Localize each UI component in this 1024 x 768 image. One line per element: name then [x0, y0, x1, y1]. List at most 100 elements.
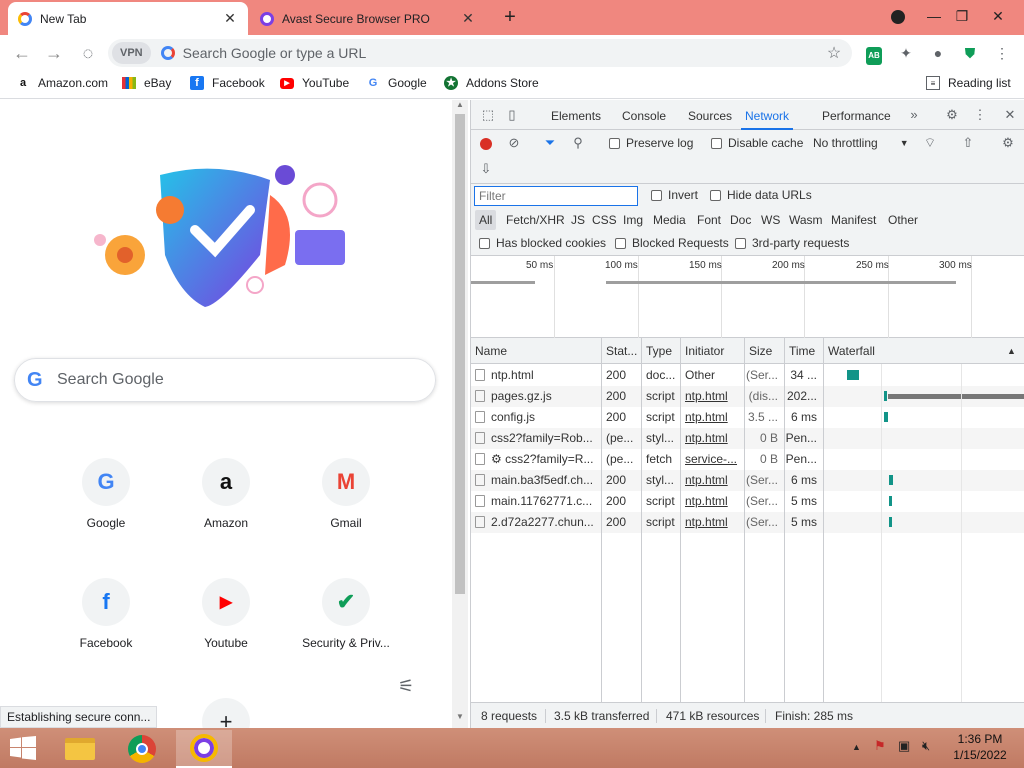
tab-sources[interactable]: Sources: [688, 100, 732, 130]
type-filter-js[interactable]: JS: [567, 210, 589, 230]
column-header-name[interactable]: Name: [471, 338, 601, 364]
bookmark-facebook[interactable]: f Facebook: [190, 76, 265, 90]
avast-browser-taskbar-button[interactable]: [176, 730, 232, 768]
vpn-button[interactable]: VPN: [112, 42, 151, 64]
cell-initiator[interactable]: service-...: [681, 449, 744, 470]
bookmark-addons-store[interactable]: ★ Addons Store: [444, 76, 539, 90]
restore-icon[interactable]: ❐: [944, 0, 980, 34]
table-row[interactable]: config.js 200 script ntp.html 3.5 ... 6 ms: [471, 407, 1024, 428]
scroll-up-icon[interactable]: ▲: [452, 100, 468, 109]
column-header-initiator[interactable]: Initiator: [681, 338, 744, 364]
export-har-icon[interactable]: ⇩: [477, 160, 495, 178]
network-overview-timeline[interactable]: 50 ms 100 ms 150 ms 200 ms 250 ms 300 ms: [471, 256, 1024, 338]
tab-new-tab[interactable]: New Tab ✕: [8, 2, 248, 35]
loading-spinner-icon[interactable]: ◌: [76, 41, 100, 65]
hide-data-urls-checkbox[interactable]: Hide data URLs: [710, 188, 812, 202]
filter-funnel-icon[interactable]: ⏷: [541, 134, 559, 152]
scrollbar-thumb[interactable]: [455, 114, 465, 594]
throttling-select[interactable]: No throttling ▼: [813, 136, 909, 150]
table-row[interactable]: main.11762771.c... 200 script ntp.html (Ser.…: [471, 491, 1024, 512]
close-window-icon[interactable]: ✕: [980, 0, 1016, 34]
sort-ascending-icon[interactable]: ▲: [1003, 338, 1023, 364]
cell-initiator[interactable]: ntp.html: [681, 491, 744, 512]
ntp-search-box[interactable]: G Search Google: [14, 358, 436, 402]
shortcut-tile-google[interactable]: G Google: [50, 458, 162, 530]
type-filter-img[interactable]: Img: [619, 210, 647, 230]
close-icon[interactable]: ✕: [1001, 106, 1019, 124]
preserve-log-checkbox[interactable]: Preserve log: [609, 136, 693, 150]
back-icon[interactable]: ←: [10, 41, 34, 65]
blocked-requests-checkbox[interactable]: Blocked Requests: [615, 236, 729, 250]
action-center-flag-icon[interactable]: ⚑: [874, 738, 886, 754]
table-row[interactable]: ntp.html 200 doc... Other (Ser... 34 ...: [471, 365, 1024, 386]
network-settings-gear-icon[interactable]: ⚙: [999, 134, 1017, 152]
cell-initiator[interactable]: ntp.html: [681, 386, 744, 407]
file-explorer-taskbar-button[interactable]: [52, 730, 108, 768]
type-filter-font[interactable]: Font: [693, 210, 725, 230]
tab-elements[interactable]: Elements: [551, 100, 601, 130]
table-row[interactable]: main.ba3f5edf.ch... 200 styl... ntp.html (Se…: [471, 470, 1024, 491]
new-tab-button[interactable]: +: [498, 6, 522, 30]
shortcut-tile-youtube[interactable]: ▶ Youtube: [170, 578, 282, 650]
record-icon[interactable]: [477, 134, 495, 152]
search-icon[interactable]: ⚲: [569, 134, 587, 152]
shortcut-tile-security-privacy[interactable]: ✔ Security & Priv...: [290, 578, 402, 650]
customize-sliders-icon[interactable]: ⚟: [398, 676, 414, 697]
cell-initiator[interactable]: ntp.html: [681, 512, 744, 533]
filter-input[interactable]: Filter: [474, 186, 638, 206]
chrome-taskbar-button[interactable]: [114, 730, 170, 768]
devtools-menu-icon[interactable]: ⋮: [971, 106, 989, 124]
gear-icon[interactable]: ⚙: [943, 106, 961, 124]
network-conditions-icon[interactable]: ⌔: [921, 134, 939, 152]
adblock-extension-icon[interactable]: AB: [864, 43, 884, 65]
column-header-type[interactable]: Type: [642, 338, 680, 364]
tab-network[interactable]: Network: [741, 100, 794, 130]
column-header-size[interactable]: Size: [745, 338, 784, 364]
type-filter-css[interactable]: CSS: [588, 210, 621, 230]
tab-console[interactable]: Console: [622, 100, 666, 130]
shortcut-tile-amazon[interactable]: a Amazon: [170, 458, 282, 530]
inspect-element-icon[interactable]: ⬚: [479, 106, 497, 124]
add-shortcut-tile[interactable]: +: [170, 698, 282, 728]
third-party-requests-checkbox[interactable]: 3rd-party requests: [735, 236, 849, 250]
shortcut-tile-gmail[interactable]: M Gmail: [290, 458, 402, 530]
bookmark-star-icon[interactable]: ☆: [822, 43, 846, 63]
cell-initiator[interactable]: ntp.html: [681, 470, 744, 491]
volume-muted-icon[interactable]: 🔇︎: [922, 738, 930, 754]
table-row[interactable]: css2?family=Rob... (pe... styl... ntp.html 0…: [471, 428, 1024, 449]
more-tabs-icon[interactable]: »: [905, 106, 923, 124]
menu-kebab-icon[interactable]: ⋮: [992, 43, 1012, 63]
type-filter-other[interactable]: Other: [884, 210, 922, 230]
address-bar[interactable]: VPN Search Google or type a URL ☆: [108, 39, 852, 67]
has-blocked-cookies-checkbox[interactable]: Has blocked cookies: [479, 236, 606, 250]
disable-cache-checkbox[interactable]: Disable cache: [711, 136, 803, 150]
reading-list-button[interactable]: ≡ Reading list: [926, 76, 1011, 90]
page-scrollbar[interactable]: ▲ ▼: [452, 100, 468, 728]
close-icon[interactable]: ✕: [460, 10, 476, 27]
column-header-waterfall[interactable]: Waterfall: [824, 338, 1004, 364]
tab-avast-secure-browser-pro[interactable]: Avast Secure Browser PRO ✕: [250, 2, 486, 35]
system-clock[interactable]: 1:36 PM 1/15/2022: [944, 731, 1016, 763]
cell-initiator[interactable]: ntp.html: [681, 407, 744, 428]
invert-checkbox[interactable]: Invert: [651, 188, 698, 202]
forward-icon[interactable]: →: [42, 41, 66, 65]
bookmark-youtube[interactable]: ▶ YouTube: [280, 76, 349, 90]
type-filter-fetch-xhr[interactable]: Fetch/XHR: [502, 210, 569, 230]
windows-start-icon[interactable]: [10, 736, 36, 760]
column-header-status[interactable]: Stat...: [602, 338, 641, 364]
type-filter-ws[interactable]: WS: [757, 210, 784, 230]
bookmark-amazon[interactable]: a Amazon.com: [16, 76, 108, 90]
scroll-down-icon[interactable]: ▼: [452, 712, 468, 721]
show-hidden-icons-icon[interactable]: ▲: [852, 742, 861, 752]
shortcut-tile-facebook[interactable]: f Facebook: [50, 578, 162, 650]
network-icon[interactable]: ▣: [898, 738, 910, 754]
type-filter-manifest[interactable]: Manifest: [827, 210, 880, 230]
table-row[interactable]: ⚙ css2?family=R... (pe... fetch service-...…: [471, 449, 1024, 470]
import-har-icon[interactable]: ⇧: [959, 134, 977, 152]
profile-icon[interactable]: ●: [928, 43, 948, 63]
profile-menu-icon[interactable]: [880, 0, 916, 34]
tab-performance[interactable]: Performance: [822, 100, 891, 130]
type-filter-media[interactable]: Media: [649, 210, 690, 230]
clear-icon[interactable]: ⊘: [505, 134, 523, 152]
extensions-puzzle-icon[interactable]: ✦: [896, 43, 916, 63]
